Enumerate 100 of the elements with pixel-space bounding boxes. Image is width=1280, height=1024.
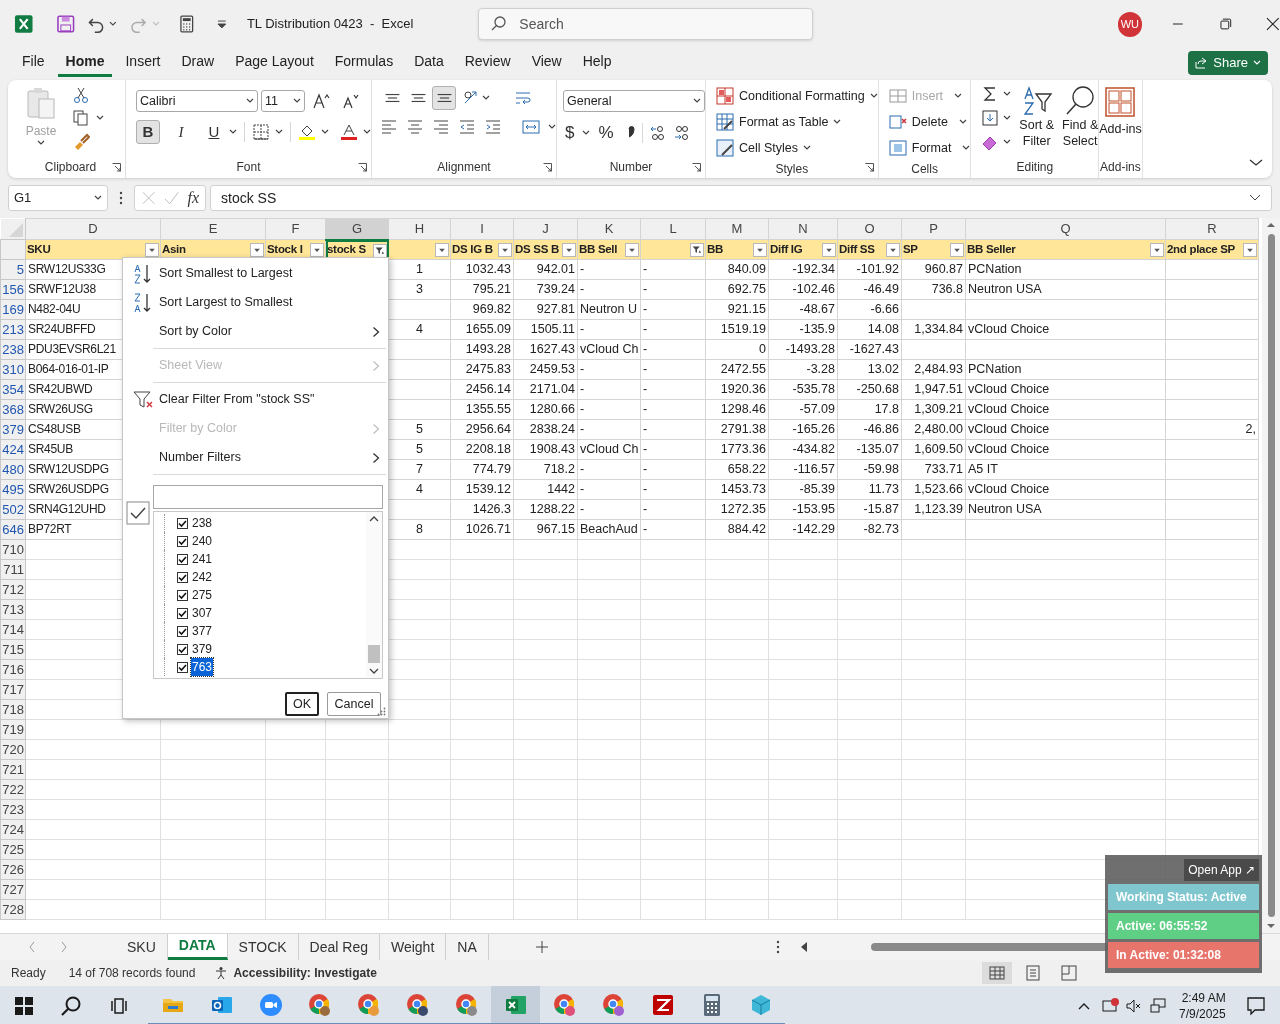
chevron-down-icon[interactable] — [275, 129, 283, 135]
menu-tab[interactable]: Page Layout — [227, 49, 322, 77]
column-letter[interactable]: E — [208, 221, 218, 236]
filter-value[interactable]: 241 — [191, 550, 214, 568]
menu-tab[interactable]: Review — [456, 49, 519, 77]
filter-button[interactable] — [1150, 243, 1164, 257]
checkbox[interactable] — [177, 517, 188, 529]
name-box[interactable]: G1 — [8, 185, 108, 211]
addins-button[interactable]: Add-ins — [1099, 84, 1142, 156]
wrap-text-icon[interactable] — [514, 89, 532, 107]
dialog-launcher-icon[interactable] — [692, 163, 701, 172]
checkbox[interactable] — [177, 553, 188, 565]
chevron-down-icon[interactable] — [582, 129, 591, 136]
open-app-link[interactable]: Open App ↗ — [1184, 859, 1259, 881]
filter-values-list[interactable]: 238 240 241 242 275 307 377 379 763 — [153, 511, 383, 679]
view-button[interactable] — [981, 962, 1012, 984]
filter-button[interactable] — [250, 243, 264, 257]
filter-value[interactable]: 238 — [191, 514, 214, 532]
menu-tab[interactable]: Data — [406, 49, 452, 77]
filter-button[interactable] — [145, 243, 159, 257]
borders-icon[interactable] — [252, 123, 270, 141]
chevron-down-icon[interactable] — [958, 119, 967, 125]
chevron-down-icon[interactable] — [94, 195, 102, 201]
sort-filter-button[interactable]: Sort & Filter — [1019, 85, 1055, 156]
chevron-down-icon[interactable] — [321, 129, 329, 135]
decrease-decimal-icon[interactable] — [672, 123, 691, 142]
chevron-down-icon[interactable] — [229, 129, 237, 135]
checkbox[interactable] — [177, 607, 188, 619]
increase-decimal-icon[interactable] — [648, 123, 667, 142]
close-icon[interactable] — [1266, 17, 1280, 31]
column-letter[interactable]: K — [604, 221, 614, 236]
filter-button[interactable] — [625, 243, 639, 257]
taskbar-app[interactable] — [491, 986, 540, 1024]
ribbon-menu-button[interactable]: Cell Styles — [716, 137, 878, 159]
filter-search-field[interactable] — [153, 485, 383, 509]
vertical-scrollbar[interactable] — [1262, 218, 1280, 933]
checkbox[interactable] — [177, 589, 188, 601]
scroll-down-icon[interactable] — [369, 667, 379, 675]
formula-field[interactable]: stock SS — [210, 185, 1272, 211]
list-scrollbar[interactable] — [366, 512, 382, 678]
chevron-down-icon[interactable] — [962, 145, 971, 151]
copy-icon[interactable] — [72, 109, 90, 127]
checkbox[interactable] — [177, 571, 188, 583]
clock[interactable]: 2:49 AM 7/9/2025 — [1179, 989, 1226, 1022]
decrease-indent-icon[interactable] — [458, 118, 476, 136]
filter-value[interactable]: 240 — [191, 532, 214, 550]
font-color-icon[interactable] — [340, 123, 358, 141]
column-letter[interactable]: O — [864, 221, 875, 236]
dialog-launcher-icon[interactable] — [112, 163, 121, 172]
grow-font-icon[interactable] — [312, 92, 330, 110]
select-all-checkbox[interactable] — [126, 501, 150, 525]
column-letter[interactable]: P — [929, 221, 938, 236]
filter-value[interactable]: 377 — [191, 622, 214, 640]
chevron-down-icon[interactable] — [803, 145, 812, 151]
column-letter[interactable]: I — [480, 221, 484, 236]
resize-grip-icon[interactable] — [377, 707, 386, 716]
filter-button[interactable] — [435, 243, 449, 257]
menu-tab[interactable]: View — [523, 49, 570, 77]
chevron-down-icon[interactable] — [1003, 115, 1012, 121]
percent-button[interactable]: % — [596, 120, 616, 146]
column-letter[interactable]: G — [351, 220, 363, 236]
cut-icon[interactable] — [72, 86, 90, 104]
chevron-down-icon[interactable] — [246, 98, 254, 104]
column-letter[interactable]: M — [731, 221, 743, 236]
column-letter[interactable]: N — [798, 221, 808, 236]
column-letter[interactable]: Q — [1060, 221, 1071, 236]
filter-active-button[interactable] — [373, 243, 387, 258]
checkbox[interactable] — [177, 643, 188, 655]
fill-color-icon[interactable] — [298, 123, 316, 141]
customize-toolbar-icon[interactable] — [215, 17, 229, 31]
format-toggle[interactable]: I — [169, 120, 193, 144]
expand-icon[interactable] — [1249, 194, 1261, 202]
filter-button[interactable] — [753, 243, 767, 257]
column-letter[interactable]: F — [291, 221, 300, 236]
menu-tab[interactable]: Formulas — [326, 49, 402, 77]
filter-button[interactable] — [310, 243, 324, 257]
search-icon[interactable] — [60, 994, 82, 1017]
filter-button[interactable] — [498, 243, 512, 257]
chevron-down-icon[interactable] — [96, 115, 104, 121]
format-toggle[interactable]: B — [136, 120, 160, 144]
more-options-icon[interactable] — [118, 190, 124, 206]
filter-button[interactable] — [562, 243, 576, 257]
task-view-icon[interactable] — [110, 995, 128, 1016]
chevron-down-icon[interactable] — [548, 124, 556, 130]
checkbox[interactable] — [177, 661, 188, 673]
cancel-button[interactable]: Cancel — [327, 692, 381, 716]
network-icon[interactable] — [1149, 996, 1167, 1015]
align-right-icon[interactable] — [432, 118, 450, 136]
more-options-icon[interactable] — [774, 939, 781, 955]
filter-button[interactable] — [950, 243, 964, 257]
accessibility-button[interactable]: Accessibility: Investigate — [215, 964, 377, 982]
chevron-down-icon[interactable] — [108, 21, 117, 27]
ribbon-menu-button[interactable]: Delete — [888, 111, 971, 133]
fill-down-icon[interactable] — [981, 109, 1000, 127]
column-letter[interactable]: J — [542, 221, 549, 236]
find-select-button[interactable]: Find & Select — [1062, 85, 1099, 156]
bottom-align-button[interactable] — [432, 86, 456, 110]
notifications-icon[interactable] — [1245, 995, 1266, 1016]
search-icon[interactable] — [490, 15, 509, 33]
merge-center-icon[interactable] — [522, 118, 540, 136]
